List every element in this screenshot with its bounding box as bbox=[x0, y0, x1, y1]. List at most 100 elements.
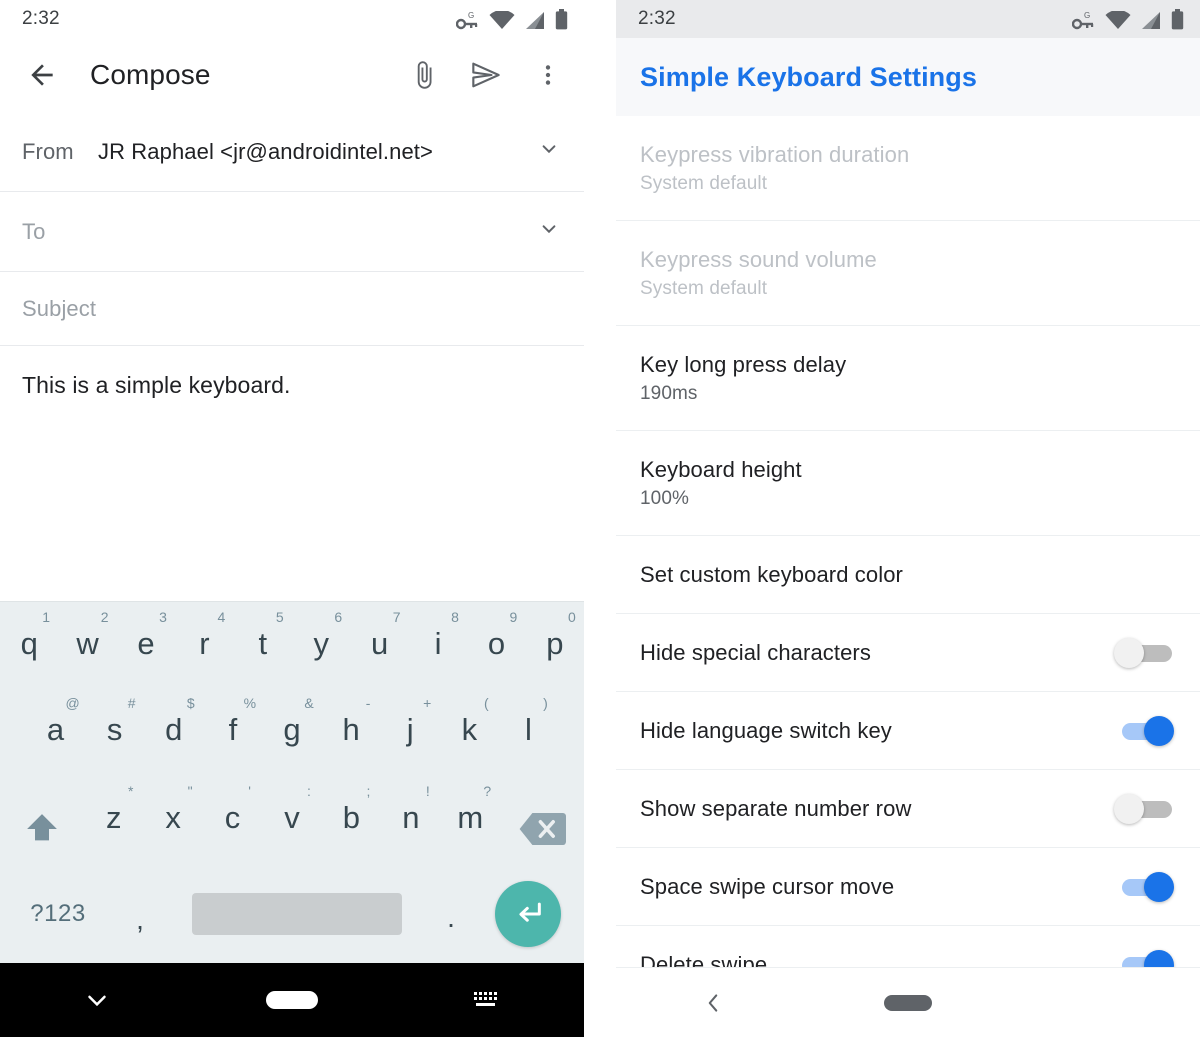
to-placeholder: To bbox=[22, 218, 46, 244]
key-n[interactable]: ! n bbox=[381, 782, 440, 870]
key-z[interactable]: * z bbox=[84, 782, 143, 870]
panel-divider bbox=[584, 0, 616, 1037]
settings-row[interactable]: Key long press delay 190ms bbox=[616, 326, 1200, 431]
key-y[interactable]: 6y bbox=[292, 608, 350, 694]
key-alt-g: & bbox=[304, 695, 314, 711]
symbols-key[interactable]: ?123 bbox=[10, 900, 106, 928]
from-field[interactable]: From JR Raphael <jr@androidintel.net> bbox=[0, 112, 584, 192]
settings-row-subtitle: System default bbox=[640, 277, 768, 299]
key-l[interactable]: ) l bbox=[499, 694, 558, 782]
settings-row[interactable]: Space swipe cursor move bbox=[616, 848, 1200, 926]
key-b[interactable]: ; b bbox=[322, 782, 381, 870]
subject-field[interactable]: Subject bbox=[0, 272, 584, 346]
subject-placeholder: Subject bbox=[22, 295, 97, 321]
key-t[interactable]: 5t bbox=[234, 608, 292, 694]
key-w[interactable]: 2w bbox=[58, 608, 116, 694]
hide-keyboard-chevron-icon[interactable] bbox=[37, 975, 157, 1025]
toggle-switch[interactable] bbox=[1114, 949, 1176, 967]
key-m[interactable]: ? m bbox=[441, 782, 500, 870]
battery-icon bbox=[555, 8, 568, 29]
from-value: JR Raphael <jr@androidintel.net> bbox=[98, 138, 433, 164]
key-a[interactable]: @ a bbox=[26, 694, 85, 782]
key-f[interactable]: % f bbox=[203, 694, 262, 782]
attach-icon[interactable] bbox=[406, 57, 442, 93]
key-label-s: s bbox=[106, 712, 123, 747]
signal-icon bbox=[1142, 11, 1160, 29]
key-p[interactable]: 0p bbox=[526, 608, 584, 694]
settings-row[interactable]: Keyboard height 100% bbox=[616, 431, 1200, 536]
key-k[interactable]: (k bbox=[440, 694, 499, 782]
key-r[interactable]: 4r bbox=[175, 608, 233, 694]
dual-phone-screenshot: 2:32 G Compose From JR Raphael <jr@andro… bbox=[0, 0, 1200, 1037]
space-key[interactable] bbox=[192, 893, 402, 935]
key-alt-a: @ bbox=[65, 695, 80, 711]
key-j[interactable]: + j bbox=[381, 694, 440, 782]
svg-text:G: G bbox=[1084, 11, 1090, 20]
key-s[interactable]: # s bbox=[85, 694, 144, 782]
key-q[interactable]: 1q bbox=[0, 608, 58, 694]
key-alt-o: 9 bbox=[509, 609, 518, 625]
toggle-switch[interactable] bbox=[1114, 793, 1176, 824]
key-alt-u: 7 bbox=[392, 609, 401, 625]
settings-row[interactable]: Delete swipe bbox=[616, 926, 1200, 967]
chevron-down-icon-to[interactable] bbox=[536, 216, 562, 247]
period-key[interactable]: . bbox=[420, 902, 482, 934]
key-e[interactable]: 3e bbox=[117, 608, 175, 694]
key-v[interactable]: :v bbox=[262, 782, 321, 870]
key-alt-s: # bbox=[127, 695, 136, 711]
toggle-thumb bbox=[1144, 871, 1174, 902]
settings-row[interactable]: Set custom keyboard color bbox=[616, 536, 1200, 614]
message-body-field[interactable]: This is a simple keyboard. bbox=[0, 346, 584, 601]
key-u[interactable]: 7u bbox=[350, 608, 408, 694]
wifi-icon bbox=[489, 10, 515, 29]
key-alt-f: % bbox=[243, 695, 257, 711]
key-i[interactable]: 8i bbox=[409, 608, 467, 694]
home-pill-icon[interactable] bbox=[232, 975, 352, 1025]
settings-row-title: Space swipe cursor move bbox=[640, 873, 895, 899]
status-bar: 2:32 G bbox=[0, 0, 584, 38]
settings-row-title: Show separate number row bbox=[640, 795, 912, 821]
key-label-g: g bbox=[283, 712, 301, 747]
key-label-b: b bbox=[342, 800, 361, 835]
simple-keyboard[interactable]: 1q2w3e4r5t6y7u8i9o0p @ a # s $ d% f & g - h + j(k) l … bbox=[0, 601, 584, 963]
key-alt-r: 4 bbox=[217, 609, 226, 625]
key-o[interactable]: 9o bbox=[467, 608, 525, 694]
shift-icon[interactable] bbox=[0, 782, 84, 870]
toggle-thumb bbox=[1114, 637, 1144, 668]
key-label-t: t bbox=[258, 626, 268, 661]
key-g[interactable]: & g bbox=[262, 694, 321, 782]
send-icon[interactable] bbox=[468, 57, 504, 93]
toggle-switch[interactable] bbox=[1114, 637, 1176, 668]
enter-key[interactable] bbox=[482, 881, 574, 947]
chevron-down-icon[interactable] bbox=[536, 136, 562, 167]
settings-row[interactable]: Hide language switch key bbox=[616, 692, 1200, 770]
key-d[interactable]: $ d bbox=[144, 694, 203, 782]
settings-row[interactable]: Hide special characters bbox=[616, 614, 1200, 692]
settings-row-texts: Hide language switch key bbox=[640, 718, 892, 744]
key-alt-n: ! bbox=[425, 783, 430, 799]
settings-row-texts: Key long press delay 190ms bbox=[640, 352, 846, 405]
backspace-icon[interactable] bbox=[500, 782, 584, 870]
home-pill-icon-right[interactable] bbox=[848, 978, 968, 1028]
status-bar-icons: G bbox=[456, 8, 568, 30]
settings-row-title: Keyboard height bbox=[640, 456, 802, 482]
key-alt-h: - bbox=[365, 695, 371, 711]
back-chevron-icon[interactable] bbox=[653, 978, 773, 1028]
key-h[interactable]: -h bbox=[322, 694, 381, 782]
toggle-switch[interactable] bbox=[1114, 871, 1176, 902]
settings-row-texts: Delete swipe bbox=[640, 952, 767, 968]
key-c[interactable]: ' c bbox=[203, 782, 262, 870]
settings-row[interactable]: Show separate number row bbox=[616, 770, 1200, 848]
back-arrow-icon[interactable] bbox=[22, 55, 62, 95]
key-x[interactable]: " x bbox=[143, 782, 202, 870]
more-options-icon[interactable] bbox=[530, 57, 566, 93]
comma-key[interactable]: , bbox=[106, 904, 174, 936]
settings-row-texts: Space swipe cursor move bbox=[640, 874, 894, 900]
row2-right-pad bbox=[558, 694, 584, 782]
system-nav-bar-right bbox=[616, 967, 1200, 1037]
switch-keyboard-icon[interactable] bbox=[427, 975, 547, 1025]
to-field[interactable]: To bbox=[0, 192, 584, 272]
settings-row-title: Hide language switch key bbox=[640, 717, 892, 743]
toggle-switch[interactable] bbox=[1114, 715, 1176, 746]
key-alt-q: 1 bbox=[42, 609, 51, 625]
